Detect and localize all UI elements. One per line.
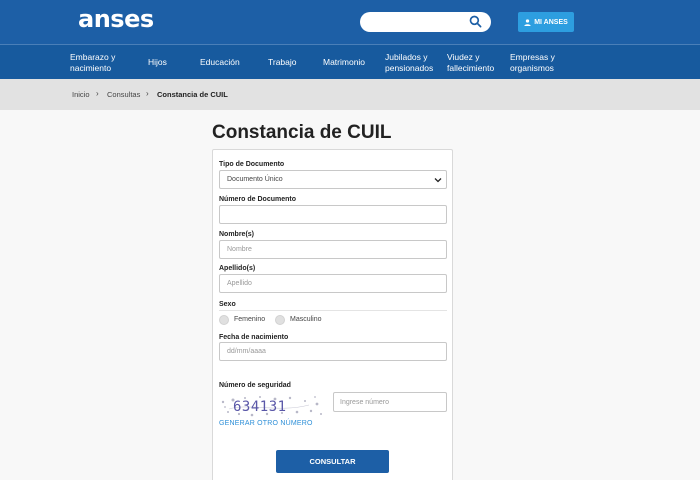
- nombre-input[interactable]: Nombre: [219, 240, 447, 259]
- tipo-documento-value: Documento Único: [227, 176, 283, 183]
- breadcrumb-separator: ›: [96, 89, 99, 98]
- seguridad-label: Número de seguridad: [219, 382, 291, 389]
- nav-label: pensionados: [385, 62, 434, 73]
- breadcrumb-consultas[interactable]: Consultas: [107, 90, 140, 99]
- mi-anses-button[interactable]: MI ANSES: [518, 12, 574, 32]
- femenino-label: Femenino: [234, 316, 266, 323]
- radio-femenino[interactable]: [219, 315, 229, 325]
- divider: [219, 310, 447, 311]
- nav-item-viudez[interactable]: Viudez y fallecimiento: [447, 45, 494, 80]
- radio-masculino[interactable]: [275, 315, 285, 325]
- captcha-input[interactable]: Ingrese número: [333, 392, 447, 412]
- mi-anses-label: MI ANSES: [534, 18, 568, 26]
- nav-item-matrimonio[interactable]: Matrimonio: [323, 45, 365, 80]
- nav-label: Empresas y: [510, 51, 555, 62]
- nav-label: organismos: [510, 62, 554, 73]
- nav-label: Jubilados y: [385, 51, 428, 62]
- nav-label: Viudez y: [447, 51, 480, 62]
- search-input[interactable]: [360, 12, 491, 32]
- fecha-nacimiento-input[interactable]: dd/mm/aaaa: [219, 342, 447, 361]
- numero-documento-label: Número de Documento: [219, 196, 297, 203]
- consultar-button[interactable]: CONSULTAR: [276, 450, 389, 473]
- breadcrumb-separator: ›: [146, 89, 149, 98]
- nav-item-embarazo[interactable]: Embarazo y nacimiento: [70, 45, 115, 80]
- nav-item-jubilados[interactable]: Jubilados y pensionados: [385, 45, 433, 80]
- nav-label: Matrimonio: [323, 57, 366, 67]
- nav-item-educacion[interactable]: Educación: [200, 45, 240, 80]
- numero-documento-input[interactable]: [219, 205, 447, 224]
- nav-item-trabajo[interactable]: Trabajo: [268, 45, 297, 80]
- captcha-number: 634131: [233, 399, 287, 415]
- fecha-nacimiento-label: Fecha de nacimiento: [219, 334, 289, 341]
- breadcrumb: Inicio › Consultas › Constancia de CUIL: [0, 79, 700, 110]
- chevron-down-icon: [434, 178, 442, 183]
- nav-label: Trabajo: [268, 57, 297, 67]
- nav-item-hijos[interactable]: Hijos: [148, 45, 167, 80]
- nav-label: Hijos: [148, 57, 167, 67]
- breadcrumb-inicio[interactable]: Inicio: [72, 90, 90, 99]
- tipo-documento-select[interactable]: Documento Único: [219, 170, 447, 189]
- anses-logo[interactable]: anses: [78, 5, 154, 33]
- apellido-input[interactable]: Apellido: [219, 274, 447, 293]
- cuil-form: Tipo de Documento Documento Único Número…: [212, 149, 453, 480]
- nav-label: nacimiento: [70, 62, 112, 73]
- nav-label: fallecimiento: [447, 62, 495, 73]
- breadcrumb-current: Constancia de CUIL: [157, 90, 228, 99]
- nav-label: Embarazo y: [70, 51, 116, 62]
- captcha-image: 634131: [219, 393, 324, 419]
- nav-item-empresas[interactable]: Empresas y organismos: [510, 45, 555, 80]
- sexo-label: Sexo: [219, 301, 236, 308]
- user-icon: [524, 18, 531, 26]
- tipo-documento-label: Tipo de Documento: [219, 161, 285, 168]
- search-icon[interactable]: [469, 15, 482, 28]
- main-nav: Embarazo y nacimiento Hijos Educación Tra…: [0, 44, 700, 79]
- page-title: Constancia de CUIL: [212, 122, 392, 143]
- apellido-label: Apellido(s): [219, 265, 256, 272]
- nombre-label: Nombre(s): [219, 231, 255, 238]
- generar-otro-numero-link[interactable]: GENERAR OTRO NÚMERO: [219, 420, 313, 427]
- masculino-label: Masculino: [290, 316, 322, 323]
- top-header: anses MI ANSES: [0, 0, 700, 44]
- nav-label: Educación: [200, 57, 240, 67]
